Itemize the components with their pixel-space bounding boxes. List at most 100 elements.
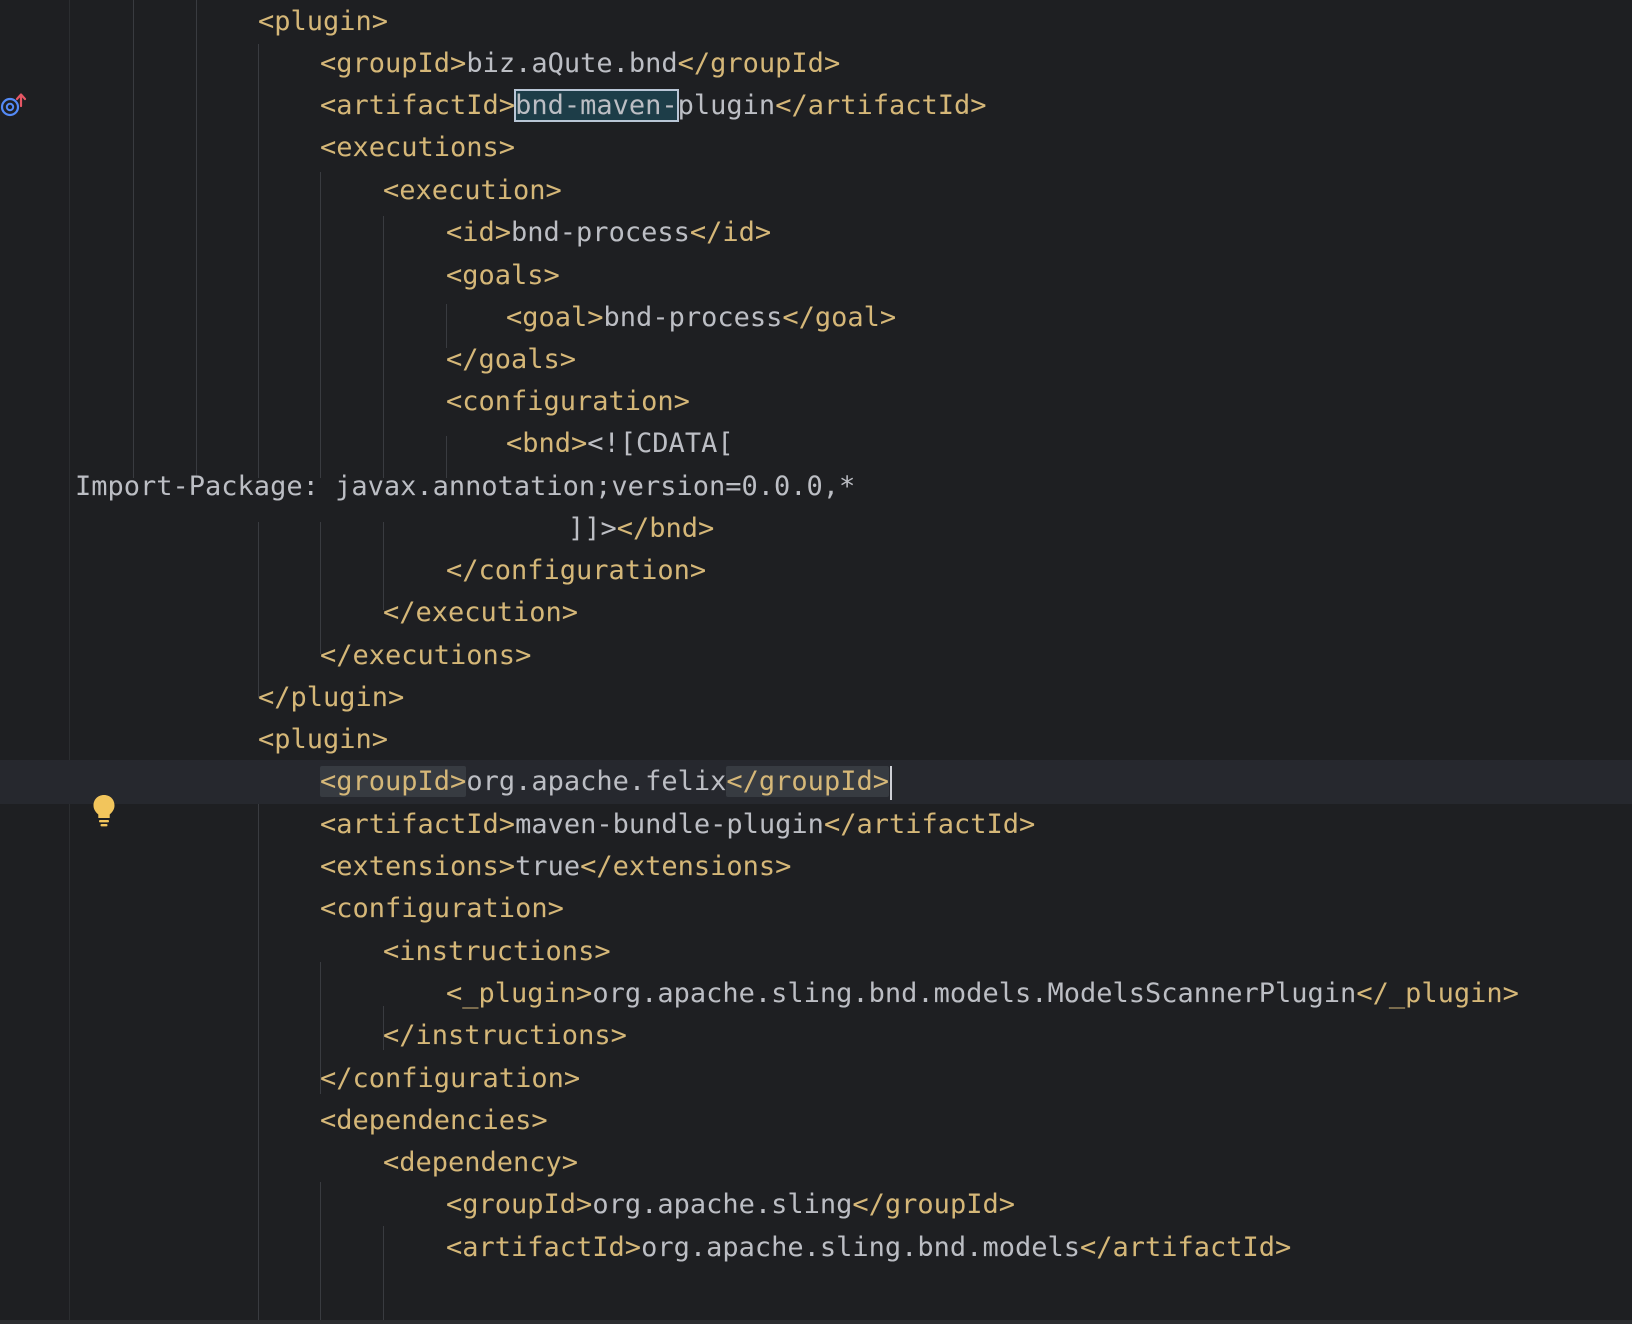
code-line-text: <execution>	[383, 169, 562, 213]
code-line[interactable]: </configuration>	[0, 1057, 1632, 1101]
code-line[interactable]: <artifactId>bnd-maven-plugin</artifactId…	[0, 84, 1632, 128]
xml-text-token: true	[515, 851, 581, 882]
code-line-text: <goals>	[446, 254, 560, 298]
code-line[interactable]: </goals>	[0, 338, 1632, 382]
xml-text-token: org.apache.felix	[466, 766, 727, 797]
code-line[interactable]: </instructions>	[0, 1014, 1632, 1058]
code-line[interactable]: <dependency>	[0, 1141, 1632, 1185]
xml-text-token: <![CDATA[	[587, 428, 734, 459]
xml-tag-token: <extensions>	[320, 851, 516, 882]
xml-tag-token: <groupId>	[320, 48, 467, 79]
code-line[interactable]: </configuration>	[0, 549, 1632, 593]
code-line[interactable]: <_plugin>org.apache.sling.bnd.models.Mod…	[0, 972, 1632, 1016]
code-line[interactable]: </plugin>	[0, 676, 1632, 720]
code-line[interactable]: </executions>	[0, 634, 1632, 678]
xml-tag-token: </groupId>	[852, 1189, 1015, 1220]
implemented-up-arrow-icon[interactable]	[0, 92, 30, 122]
xml-tag-token: <configuration>	[320, 893, 564, 924]
xml-tag-token: </executions>	[320, 640, 532, 671]
xml-tag-token: </id>	[689, 217, 772, 248]
code-line[interactable]: <id>bnd-process</id>	[0, 211, 1632, 255]
code-line-text: <goal>bnd-process</goal>	[506, 296, 896, 340]
code-line[interactable]: Import-Package: javax.annotation;version…	[0, 465, 1632, 509]
horizontal-scrollbar-track[interactable]	[0, 1320, 1632, 1324]
code-line[interactable]: <plugin>	[0, 0, 1632, 44]
xml-tag-token: <configuration>	[446, 386, 690, 417]
xml-tag-token: </artifactId>	[823, 809, 1036, 840]
code-line-current[interactable]: <groupId>org.apache.felix</groupId>	[0, 760, 1632, 804]
lightbulb-icon[interactable]	[92, 794, 116, 828]
code-line[interactable]: <bnd><![CDATA[	[0, 422, 1632, 466]
code-line-text: <groupId>biz.aQute.bnd</groupId>	[320, 42, 840, 86]
xml-tag-token: </configuration>	[320, 1063, 581, 1094]
code-line-text: Import-Package: javax.annotation;version…	[75, 465, 855, 509]
xml-tag-token: </groupId>	[726, 766, 889, 797]
xml-text-token: bnd-process	[603, 302, 783, 333]
code-line-text: <dependency>	[383, 1141, 578, 1185]
code-line-text: </executions>	[320, 634, 531, 678]
code-line-text: <bnd><![CDATA[	[506, 422, 734, 466]
code-line-text: <executions>	[320, 126, 515, 170]
code-line-text: <groupId>org.apache.sling</groupId>	[446, 1183, 1015, 1227]
text-caret	[889, 765, 892, 800]
code-line[interactable]: <artifactId>maven-bundle-plugin</artifac…	[0, 803, 1632, 847]
code-line-text: </instructions>	[383, 1014, 627, 1058]
code-line[interactable]: <instructions>	[0, 930, 1632, 974]
xml-tag-token: </goal>	[782, 302, 897, 333]
xml-tag-token: </artifactId>	[1079, 1232, 1292, 1263]
xml-tag-token: </artifactId>	[775, 90, 987, 121]
code-line[interactable]: <artifactId>org.apache.sling.bnd.models<…	[0, 1226, 1632, 1270]
xml-tag-token: <dependency>	[383, 1147, 579, 1178]
code-line[interactable]: <goals>	[0, 254, 1632, 298]
xml-text-token: bnd-maven-	[514, 89, 679, 122]
xml-text-token: biz.aQute.bnd	[466, 48, 678, 79]
xml-tag-token: </bnd>	[616, 513, 715, 544]
code-line-text: <groupId>org.apache.felix</groupId>	[320, 760, 892, 804]
xml-tag-token: <execution>	[383, 175, 562, 206]
code-line-text: </goals>	[446, 338, 576, 382]
code-line[interactable]: ]]></bnd>	[0, 507, 1632, 551]
code-line[interactable]: <dependencies>	[0, 1099, 1632, 1143]
code-line[interactable]: <executions>	[0, 126, 1632, 170]
xml-tag-token: <dependencies>	[320, 1105, 548, 1136]
xml-tag-token: <plugin>	[258, 724, 389, 755]
xml-tag-token: </_plugin>	[1356, 978, 1519, 1009]
xml-tag-token: <plugin>	[258, 6, 389, 37]
code-line-text: </plugin>	[258, 676, 404, 720]
code-line[interactable]: </execution>	[0, 591, 1632, 635]
xml-tag-token: <executions>	[320, 132, 516, 163]
code-line[interactable]: <groupId>biz.aQute.bnd</groupId>	[0, 42, 1632, 86]
xml-tag-token: </configuration>	[446, 555, 707, 586]
code-line[interactable]: <plugin>	[0, 718, 1632, 762]
xml-text-token: org.apache.sling.bnd.models.ModelsScanne…	[592, 978, 1357, 1009]
xml-tag-token: <goals>	[446, 260, 560, 291]
xml-text-token: org.apache.sling.bnd.models	[641, 1232, 1080, 1263]
code-line[interactable]: <extensions>true</extensions>	[0, 845, 1632, 889]
xml-tag-token: </execution>	[383, 597, 579, 628]
xml-tag-token: </instructions>	[383, 1020, 627, 1051]
code-line-text: <configuration>	[446, 380, 690, 424]
xml-tag-token: </goals>	[446, 344, 577, 375]
xml-tag-token: </groupId>	[677, 48, 841, 79]
xml-tag-token: <id>	[446, 217, 512, 248]
xml-tag-token: <bnd>	[506, 428, 588, 459]
code-line-text: <plugin>	[258, 718, 388, 762]
code-line[interactable]: <groupId>org.apache.sling</groupId>	[0, 1183, 1632, 1227]
xml-tag-token: </extensions>	[580, 851, 792, 882]
code-line-text: <extensions>true</extensions>	[320, 845, 791, 889]
code-line[interactable]: <configuration>	[0, 887, 1632, 931]
xml-tag-token: <groupId>	[320, 766, 467, 797]
xml-tag-token: <groupId>	[446, 1189, 593, 1220]
code-line-text: <_plugin>org.apache.sling.bnd.models.Mod…	[446, 972, 1519, 1016]
code-line-text: </execution>	[383, 591, 578, 635]
code-line-text: <artifactId>maven-bundle-plugin</artifac…	[320, 803, 1035, 847]
code-line[interactable]: <execution>	[0, 169, 1632, 213]
code-line-text: <artifactId>org.apache.sling.bnd.models<…	[446, 1226, 1291, 1270]
code-editor[interactable]: <plugin> <groupId>biz.aQute.bnd</groupId>…	[0, 0, 1632, 1324]
code-line-text: ]]></bnd>	[568, 507, 714, 551]
code-line[interactable]: <configuration>	[0, 380, 1632, 424]
code-line-text: <instructions>	[383, 930, 611, 974]
code-line[interactable]: <goal>bnd-process</goal>	[0, 296, 1632, 340]
xml-tag-token: <artifactId>	[446, 1232, 642, 1263]
code-line-text: <dependencies>	[320, 1099, 548, 1143]
